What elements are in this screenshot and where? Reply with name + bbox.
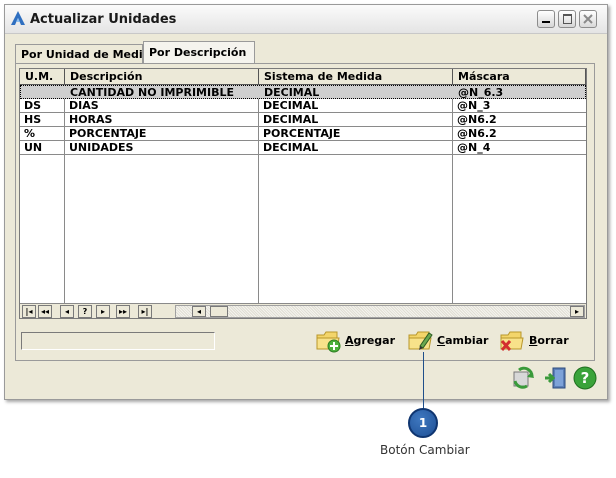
cell-um: %	[24, 127, 36, 140]
tab-por-unidad[interactable]: Por Unidad de Medida	[15, 44, 158, 63]
nav-last-button[interactable]: ▸|	[138, 305, 152, 318]
cell-sistema: PORCENTAJE	[263, 127, 341, 140]
nav-next-page-button[interactable]: ▸▸	[116, 305, 130, 318]
cell-descripcion: CANTIDAD NO IMPRIMIBLE	[70, 86, 234, 99]
nav-prev-page-button[interactable]: ◂◂	[38, 305, 52, 318]
edit-folder-icon	[408, 331, 433, 350]
cambiar-button[interactable]: Cambiar	[407, 327, 488, 353]
agregar-button[interactable]: Agregar	[315, 327, 395, 353]
cell-mascara: @N6.2	[457, 113, 497, 126]
cell-descripcion: DIAS	[69, 99, 99, 112]
callout-label: Botón Cambiar	[380, 443, 470, 457]
column-header-um[interactable]: U.M.	[20, 69, 65, 85]
cell-sistema: DECIMAL	[263, 113, 319, 126]
minimize-button[interactable]	[537, 10, 555, 28]
close-button[interactable]	[579, 10, 597, 28]
callout-badge: 1	[408, 408, 438, 438]
cell-descripcion: PORCENTAJE	[69, 127, 147, 140]
cell-mascara: @N6.2	[457, 127, 497, 140]
table-row[interactable]: DS DIAS DECIMAL @N_3	[20, 99, 586, 113]
cell-um: UN	[24, 141, 43, 154]
cell-um	[21, 86, 65, 99]
app-logo-icon	[11, 11, 25, 25]
table-row[interactable]: % PORCENTAJE PORCENTAJE @N6.2	[20, 127, 586, 141]
nav-search-button[interactable]: ?	[78, 305, 92, 318]
scroll-right-button[interactable]: ▸	[570, 306, 584, 317]
cell-descripcion: HORAS	[69, 113, 113, 126]
agregar-hotkey: A	[345, 333, 354, 347]
exit-door-icon[interactable]	[543, 366, 567, 390]
cell-sistema: DECIMAL	[264, 86, 320, 99]
title-bar: Actualizar Unidades	[5, 5, 607, 34]
units-grid[interactable]: U.M. Descripción Sistema de Medida Másca…	[19, 68, 587, 319]
cell-um: HS	[24, 113, 42, 126]
delete-folder-icon	[500, 331, 524, 351]
status-field	[21, 332, 215, 350]
cambiar-label-rest: ambiar	[445, 333, 489, 347]
window-title: Actualizar Unidades	[30, 12, 177, 27]
close-icon	[583, 14, 593, 24]
column-header-descripcion[interactable]: Descripción	[65, 69, 259, 85]
cell-sistema: DECIMAL	[263, 141, 319, 154]
help-icon[interactable]: ?	[573, 366, 597, 390]
nav-next-button[interactable]: ▸	[96, 305, 110, 318]
cell-mascara: @N_3	[457, 99, 491, 112]
horizontal-scrollbar[interactable]: ◂ ▸	[175, 305, 585, 318]
add-folder-icon	[316, 331, 341, 353]
cell-descripcion: UNIDADES	[69, 141, 134, 154]
borrar-label: Borrar	[529, 334, 569, 347]
refresh-icon[interactable]	[511, 366, 535, 390]
nav-first-button[interactable]: |◂	[22, 305, 36, 318]
borrar-button[interactable]: Borrar	[499, 327, 569, 353]
cambiar-hotkey: C	[437, 333, 446, 347]
cell-mascara: @N_4	[457, 141, 491, 154]
record-navigator: |◂ ◂◂ ◂ ? ▸ ▸▸ ▸| ◂ ▸	[20, 303, 586, 318]
scroll-thumb[interactable]	[210, 306, 228, 317]
nav-prev-button[interactable]: ◂	[60, 305, 74, 318]
column-header-sistema[interactable]: Sistema de Medida	[259, 69, 453, 85]
maximize-button[interactable]	[558, 10, 576, 28]
cambiar-label: Cambiar	[437, 334, 488, 347]
main-window: Actualizar Unidades Por Unidad de Medida…	[4, 4, 608, 400]
column-header-mascara[interactable]: Máscara	[453, 69, 586, 85]
borrar-label-rest: orrar	[537, 333, 569, 347]
cell-mascara: @N_6.3	[458, 86, 504, 99]
tab-por-descripcion[interactable]: Por Descripción	[143, 41, 255, 63]
svg-text:?: ?	[581, 369, 590, 387]
agregar-label-rest: gregar	[353, 333, 395, 347]
table-row[interactable]: CANTIDAD NO IMPRIMIBLE DECIMAL @N_6.3	[20, 85, 586, 99]
callout-pointer	[423, 352, 424, 409]
cell-sistema: DECIMAL	[263, 99, 319, 112]
cell-um: DS	[24, 99, 42, 112]
scroll-left-button[interactable]: ◂	[192, 306, 206, 317]
table-row[interactable]: UN UNIDADES DECIMAL @N_4	[20, 141, 586, 155]
table-row[interactable]: HS HORAS DECIMAL @N6.2	[20, 113, 586, 127]
agregar-label: Agregar	[345, 334, 395, 347]
